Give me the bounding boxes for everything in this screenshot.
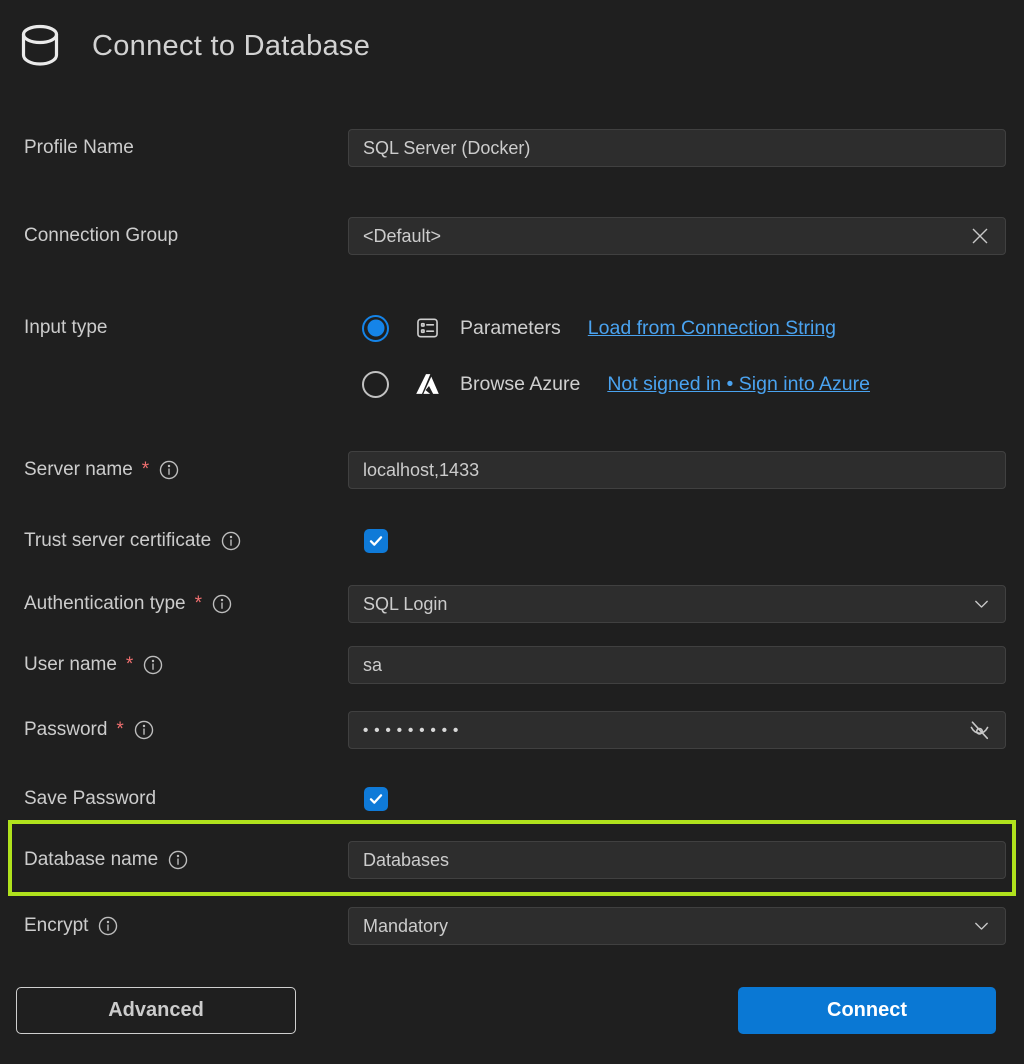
- connection-form: Profile Name Connection Group Input type: [0, 129, 1024, 1034]
- authentication-type-select[interactable]: SQL Login: [348, 585, 1006, 623]
- database-name-label: Database name: [24, 849, 348, 871]
- info-icon[interactable]: [167, 849, 189, 871]
- load-connection-string-link[interactable]: Load from Connection String: [588, 317, 836, 340]
- browse-azure-option-label[interactable]: Browse Azure: [460, 373, 580, 396]
- connect-button[interactable]: Connect: [738, 987, 996, 1034]
- authentication-type-label: Authentication type *: [24, 593, 348, 615]
- required-marker: *: [142, 459, 149, 481]
- trust-certificate-checkbox[interactable]: [364, 529, 388, 553]
- password-row: Password *: [24, 711, 1006, 749]
- user-name-input[interactable]: [348, 646, 1006, 684]
- chevron-down-icon: [971, 594, 992, 615]
- input-type-option-browse-azure: Browse Azure Not signed in • Sign into A…: [362, 366, 870, 402]
- connection-group-label: Connection Group: [24, 225, 348, 247]
- page-title: Connect to Database: [92, 30, 370, 63]
- database-name-input[interactable]: [348, 841, 1006, 879]
- save-password-row: Save Password: [24, 787, 1006, 811]
- database-name-row: Database name: [24, 841, 1006, 879]
- info-icon[interactable]: [142, 654, 164, 676]
- info-icon[interactable]: [211, 593, 233, 615]
- connection-group-row: Connection Group: [24, 217, 1006, 255]
- password-label: Password *: [24, 719, 348, 741]
- advanced-button[interactable]: Advanced: [16, 987, 296, 1034]
- info-icon[interactable]: [133, 719, 155, 741]
- save-password-checkbox[interactable]: [364, 787, 388, 811]
- server-name-label: Server name *: [24, 459, 348, 481]
- input-type-label: Input type: [24, 310, 348, 346]
- info-icon[interactable]: [220, 530, 242, 552]
- profile-name-input[interactable]: [348, 129, 1006, 167]
- trust-certificate-row: Trust server certificate: [24, 529, 1006, 553]
- info-icon[interactable]: [158, 459, 180, 481]
- chevron-down-icon: [971, 916, 992, 937]
- user-name-row: User name *: [24, 646, 1006, 684]
- profile-name-label: Profile Name: [24, 137, 348, 159]
- input-type-row: Input type Parameters Load from Connecti…: [24, 310, 1006, 402]
- required-marker: *: [195, 593, 202, 615]
- save-password-label: Save Password: [24, 788, 348, 810]
- eye-off-icon[interactable]: [967, 718, 992, 743]
- authentication-type-row: Authentication type * SQL Login: [24, 585, 1006, 623]
- azure-icon: [414, 371, 441, 397]
- required-marker: *: [126, 654, 133, 676]
- encrypt-label: Encrypt: [24, 915, 348, 937]
- radio-browse-azure[interactable]: [362, 371, 389, 398]
- connection-group-input[interactable]: [348, 217, 1006, 255]
- user-name-label: User name *: [24, 654, 348, 676]
- parameters-option-label[interactable]: Parameters: [460, 317, 561, 340]
- encrypt-row: Encrypt Mandatory: [24, 907, 1006, 945]
- required-marker: *: [116, 719, 123, 741]
- encrypt-select[interactable]: Mandatory: [348, 907, 1006, 945]
- input-type-options: Parameters Load from Connection String B…: [348, 310, 870, 402]
- dialog-footer: Advanced Connect: [24, 987, 1006, 1034]
- database-icon: [16, 22, 64, 70]
- parameters-icon: [414, 315, 441, 341]
- database-name-highlight: Database name: [8, 820, 1016, 896]
- profile-name-row: Profile Name: [24, 129, 1006, 167]
- trust-certificate-label: Trust server certificate: [24, 530, 348, 552]
- server-name-input[interactable]: [348, 451, 1006, 489]
- radio-parameters[interactable]: [362, 315, 389, 342]
- sign-into-azure-link[interactable]: Not signed in • Sign into Azure: [607, 373, 870, 396]
- password-input[interactable]: [348, 711, 1006, 749]
- dialog-header: Connect to Database: [0, 0, 1024, 76]
- info-icon[interactable]: [97, 915, 119, 937]
- close-icon[interactable]: [968, 224, 992, 248]
- input-type-option-parameters: Parameters Load from Connection String: [362, 310, 870, 346]
- server-name-row: Server name *: [24, 451, 1006, 489]
